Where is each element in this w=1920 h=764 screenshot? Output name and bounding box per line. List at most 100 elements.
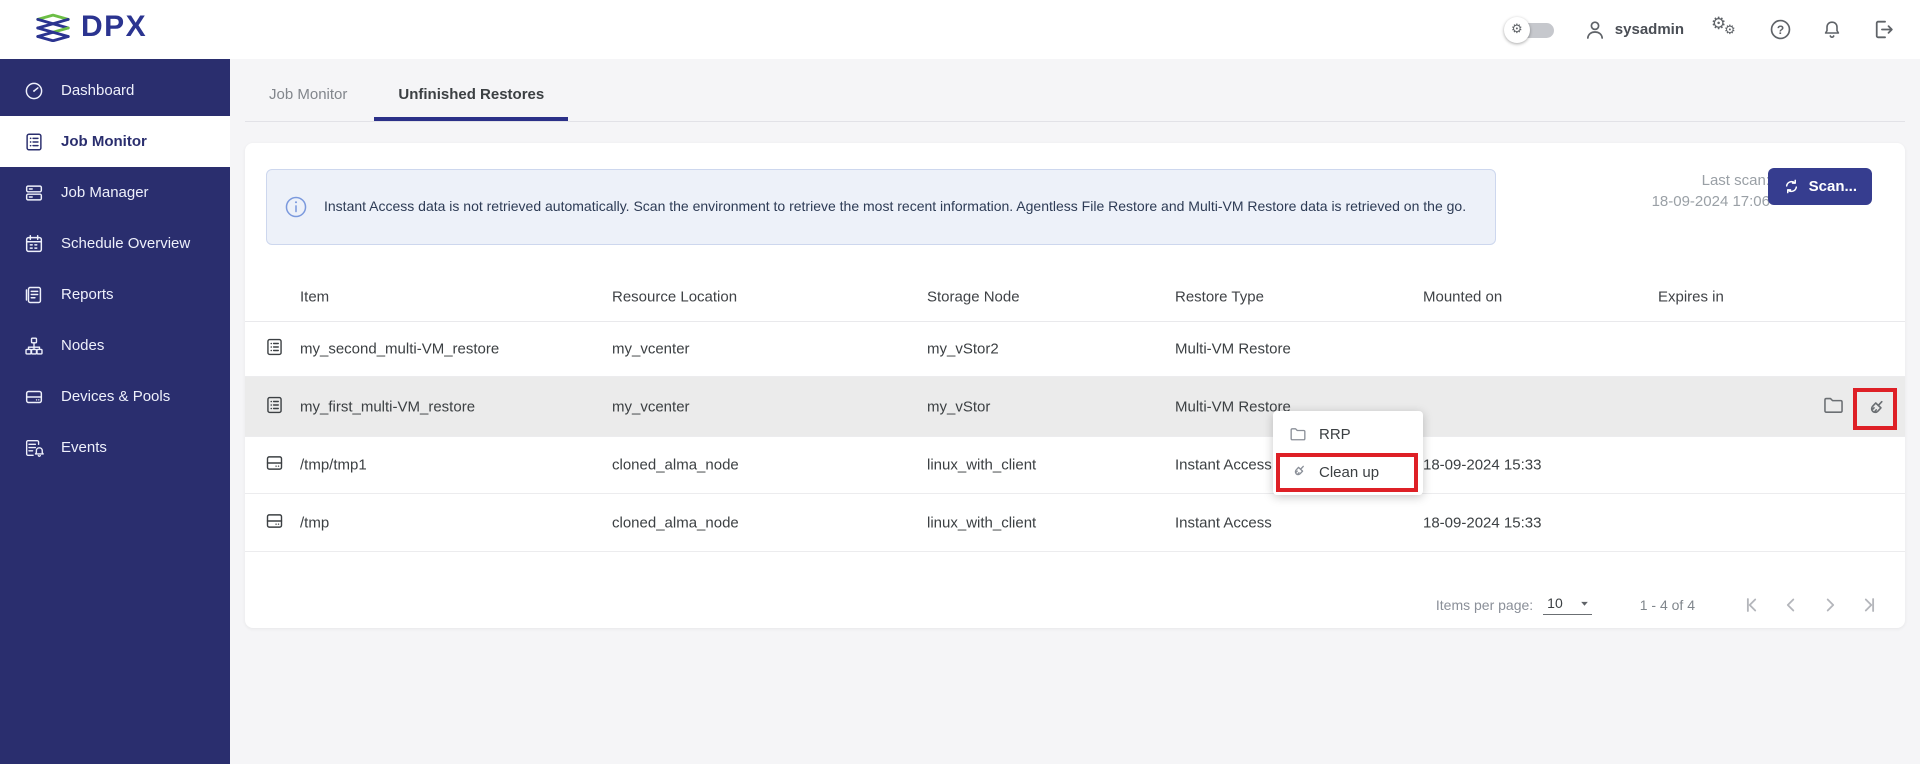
logout-icon [1875, 20, 1893, 39]
table-row-selected[interactable]: my_first_multi-VM_restore my_vcenter my_… [245, 377, 1905, 437]
sidebar-item-reports[interactable]: Reports [0, 269, 230, 320]
scan-button[interactable]: Scan... [1767, 168, 1872, 205]
sidebar-item-job-monitor[interactable]: Job Monitor [0, 116, 230, 167]
tab-unfinished-restores[interactable]: Unfinished Restores [374, 86, 569, 121]
caret-down-icon [1580, 601, 1588, 606]
help-icon: ? [1770, 19, 1791, 40]
pagination-range: 1 - 4 of 4 [1639, 597, 1695, 613]
col-mounted-on: Mounted on [1423, 288, 1503, 306]
prev-page-button[interactable] [1780, 594, 1802, 616]
row-context-menu: RRP Clean up [1273, 411, 1423, 495]
event-bell-icon [25, 439, 44, 457]
col-item: Item [300, 288, 330, 306]
first-page-button[interactable] [1741, 594, 1763, 616]
items-per-page-select[interactable]: 10 [1543, 595, 1592, 615]
calendar-icon [25, 234, 43, 252]
cell-restore-type: Instant Access [1175, 456, 1272, 474]
svg-text:?: ? [1777, 23, 1784, 37]
sidebar-item-label: Schedule Overview [61, 235, 191, 252]
notifications-button[interactable] [1820, 18, 1844, 42]
cell-storage-node: linux_with_client [927, 514, 1037, 531]
list-icon [26, 132, 42, 151]
sidebar-item-label: Dashboard [61, 82, 135, 99]
items-per-page-label: Items per page: [1435, 597, 1534, 613]
sidebar: Dashboard Job Monitor Job Manager Schedu… [0, 59, 230, 764]
context-menu-item-clean-up[interactable]: Clean up [1273, 453, 1423, 491]
info-banner: Instant Access data is not retrieved aut… [266, 169, 1496, 245]
sidebar-item-dashboard[interactable]: Dashboard [0, 65, 230, 116]
disk-icon [266, 513, 283, 528]
sidebar-item-label: Devices & Pools [61, 388, 171, 405]
pagination: Items per page: 10 1 - 4 of 4 [1436, 594, 1880, 616]
context-menu-label: RRP [1319, 425, 1351, 443]
sidebar-item-schedule-overview[interactable]: Schedule Overview [0, 218, 230, 269]
broom-icon [1294, 465, 1304, 476]
table-body: my_second_multi-VM_restore my_vcenter my… [245, 322, 1905, 552]
gauge-icon [25, 82, 43, 99]
sidebar-item-nodes[interactable]: Nodes [0, 320, 230, 371]
cell-item: /tmp/tmp1 [300, 456, 367, 474]
col-restore-type: Restore Type [1175, 288, 1264, 306]
disk-icon [266, 456, 283, 470]
username-label: sysadmin [1614, 21, 1684, 38]
list-icon [267, 396, 282, 413]
refresh-icon [1785, 179, 1797, 194]
logout-button[interactable] [1871, 17, 1896, 42]
last-scan-label: Last scan: [1701, 172, 1770, 189]
settings-toggle[interactable]: ⚙ [1503, 16, 1556, 43]
chevron-left-icon [1786, 598, 1795, 612]
stacked-panels-icon [25, 184, 43, 201]
context-menu-item-rrp[interactable]: RRP [1273, 415, 1423, 453]
rrp-action-button[interactable] [1821, 392, 1846, 421]
cell-restore-type: Multi-VM Restore [1175, 340, 1291, 358]
clean-up-action-annotated[interactable] [1853, 388, 1897, 430]
cell-storage-node: linux_with_client [927, 456, 1037, 474]
cell-mounted-on: 18-09-2024 15:33 [1423, 514, 1542, 531]
dpx-app: DPX ⚙ sysadmin ⚙ ⚙ ? Dashboard Job Monit… [0, 0, 1920, 764]
gear-icon: ⚙ [1503, 16, 1530, 43]
sidebar-item-label: Reports [61, 286, 114, 303]
dpx-logo-icon [36, 13, 70, 42]
col-expires-in: Expires in [1658, 288, 1724, 306]
last-scan-time: 18-09-2024 17:06 [1651, 193, 1770, 210]
sidebar-item-devices-pools[interactable]: Devices & Pools [0, 371, 230, 422]
tab-bar: Job Monitor Unfinished Restores [245, 59, 1905, 122]
broom-icon [1870, 400, 1883, 414]
sidebar-item-job-manager[interactable]: Job Manager [0, 167, 230, 218]
system-settings-button[interactable]: ⚙ ⚙ [1711, 14, 1741, 43]
cell-item: my_first_multi-VM_restore [300, 398, 476, 415]
scan-button-label: Scan... [1808, 178, 1857, 195]
last-page-button[interactable] [1858, 594, 1880, 616]
folder-icon [1824, 397, 1843, 413]
col-storage-node: Storage Node [927, 288, 1020, 306]
col-resource-location: Resource Location [612, 288, 738, 306]
sidebar-item-events[interactable]: Events [0, 422, 230, 473]
items-per-page-value: 10 [1547, 595, 1563, 611]
help-button[interactable]: ? [1768, 17, 1793, 42]
banner-text: Instant Access data is not retrieved aut… [324, 198, 1467, 215]
table-row[interactable]: my_second_multi-VM_restore my_vcenter my… [245, 322, 1905, 377]
list-icon [267, 338, 282, 356]
user-menu[interactable]: sysadmin [1583, 18, 1684, 42]
cell-storage-node: my_vStor [927, 398, 991, 415]
user-icon [1586, 20, 1603, 39]
table-row[interactable]: /tmp cloned_alma_node linux_with_client … [245, 494, 1905, 552]
logo-text: DPX [81, 10, 148, 43]
top-bar: DPX ⚙ sysadmin ⚙ ⚙ ? [0, 0, 1920, 59]
sidebar-item-label: Nodes [61, 337, 105, 354]
dpx-logo: DPX [34, 12, 147, 42]
cell-item: /tmp [300, 514, 330, 531]
cell-restore-type: Instant Access [1175, 514, 1272, 531]
tab-job-monitor[interactable]: Job Monitor [269, 86, 347, 121]
table-row[interactable]: /tmp/tmp1 cloned_alma_node linux_with_cl… [245, 437, 1905, 494]
unfinished-restores-panel: Instant Access data is not retrieved aut… [245, 143, 1905, 628]
hard-drive-icon [25, 390, 43, 403]
nodes-tree-icon [25, 337, 43, 355]
cell-item: my_second_multi-VM_restore [300, 340, 500, 358]
next-page-button[interactable] [1819, 594, 1841, 616]
last-page-icon [1864, 598, 1875, 612]
sidebar-item-label: Job Manager [61, 184, 149, 201]
chevron-right-icon [1826, 598, 1835, 612]
cell-resource-location: cloned_alma_node [612, 514, 739, 531]
cell-mounted-on: 18-09-2024 15:33 [1423, 456, 1542, 474]
